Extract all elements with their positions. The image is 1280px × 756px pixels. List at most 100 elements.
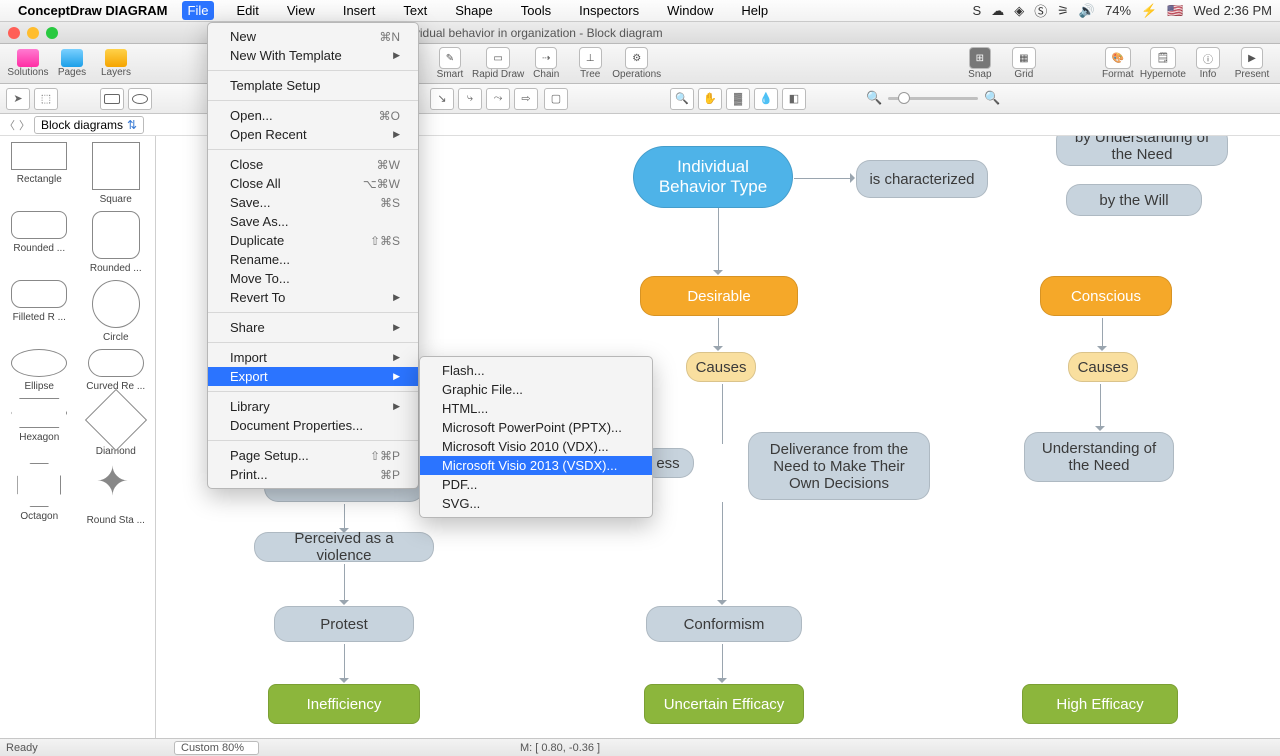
grid-button[interactable]: ▦Grid: [1002, 45, 1046, 83]
node-individual[interactable]: Individual Behavior Type: [633, 146, 793, 208]
back-icon[interactable]: 〈: [4, 117, 15, 133]
wifi-icon[interactable]: ⚞: [1057, 3, 1069, 19]
menu-inspectors[interactable]: Inspectors: [573, 1, 645, 20]
export-submenu[interactable]: Flash...Graphic File...HTML...Microsoft …: [419, 356, 653, 518]
node-ineff[interactable]: Inefficiency: [268, 684, 420, 724]
shape-rsquare[interactable]: Rounded ...: [81, 211, 152, 274]
shape-circle[interactable]: Circle: [81, 280, 152, 343]
close-icon[interactable]: [8, 27, 20, 39]
export-mi-pdf-[interactable]: PDF...: [420, 475, 652, 494]
operations-button[interactable]: ⚙Operations: [612, 45, 661, 83]
file-mi-new[interactable]: New⌘N: [208, 27, 418, 46]
file-mi-new-with-template[interactable]: New With Template: [208, 46, 418, 65]
node-desirable[interactable]: Desirable: [640, 276, 798, 316]
eyedrop-tool[interactable]: 💧: [754, 88, 778, 110]
menu-file[interactable]: File: [182, 1, 215, 20]
pointer-tool[interactable]: ➤: [6, 88, 30, 110]
zoom-tool[interactable]: 🔍: [670, 88, 694, 110]
file-mi-library[interactable]: Library: [208, 397, 418, 416]
library-crumb[interactable]: Block diagrams ⇅: [34, 116, 144, 134]
tree-button[interactable]: ⊥Tree: [568, 45, 612, 83]
shape-oct[interactable]: Octagon: [4, 463, 75, 526]
menu-edit[interactable]: Edit: [230, 1, 264, 20]
conn3[interactable]: ⤳: [486, 88, 510, 110]
shape-curvrec[interactable]: Curved Re ...: [81, 349, 152, 392]
file-mi-import[interactable]: Import: [208, 348, 418, 367]
shape-ellipse[interactable]: Ellipse: [4, 349, 75, 392]
menu-window[interactable]: Window: [661, 1, 719, 20]
file-mi-move-to-[interactable]: Move To...: [208, 269, 418, 288]
shape-rrect[interactable]: Rounded ...: [4, 211, 75, 274]
node-ischar[interactable]: is characterized: [856, 160, 988, 198]
file-mi-open-recent[interactable]: Open Recent: [208, 125, 418, 144]
file-mi-revert-to[interactable]: Revert To: [208, 288, 418, 307]
export-mi-flash-[interactable]: Flash...: [420, 361, 652, 380]
snap-button[interactable]: ⊞Snap: [958, 45, 1002, 83]
node-high[interactable]: High Efficacy: [1022, 684, 1178, 724]
file-mi-close-all[interactable]: Close All⌥⌘W: [208, 174, 418, 193]
zoom-out-icon[interactable]: 🔍: [866, 90, 882, 106]
battery-icon[interactable]: ⚡: [1141, 3, 1157, 19]
shape-hex[interactable]: Hexagon: [4, 398, 75, 457]
file-mi-duplicate[interactable]: Duplicate⇧⌘S: [208, 231, 418, 250]
hypernote-button[interactable]: 🗒Hypernote: [1140, 45, 1186, 83]
chain-button[interactable]: ⇢Chain: [524, 45, 568, 83]
info-button[interactable]: ⓘInfo: [1186, 45, 1230, 83]
file-mi-rename-[interactable]: Rename...: [208, 250, 418, 269]
shape-rect[interactable]: Rectangle: [4, 142, 75, 205]
skype-icon[interactable]: Ⓢ: [1034, 1, 1047, 20]
node-protest[interactable]: Protest: [274, 606, 414, 642]
file-mi-save-as-[interactable]: Save As...: [208, 212, 418, 231]
stamp-tool[interactable]: ▓: [726, 88, 750, 110]
file-mi-print-[interactable]: Print...⌘P: [208, 465, 418, 484]
node-conscious[interactable]: Conscious: [1040, 276, 1172, 316]
rect-tool[interactable]: [100, 88, 124, 110]
file-mi-share[interactable]: Share: [208, 318, 418, 337]
traffic-lights[interactable]: [8, 27, 58, 39]
solutions-button[interactable]: Solutions: [6, 45, 50, 83]
container-tool[interactable]: ▢: [544, 88, 568, 110]
file-mi-export[interactable]: Export: [208, 367, 418, 386]
rapiddraw-button[interactable]: ▭Rapid Draw: [472, 45, 524, 83]
zoom-combo[interactable]: Custom 80%: [174, 741, 259, 755]
export-mi-microsoft-visio-vdx-[interactable]: Microsoft Visio 2010 (VDX)...: [420, 437, 652, 456]
file-mi-save-[interactable]: Save...⌘S: [208, 193, 418, 212]
menu-shape[interactable]: Shape: [449, 1, 499, 20]
conn4[interactable]: ⇨: [514, 88, 538, 110]
pan-tool[interactable]: ✋: [698, 88, 722, 110]
menu-tools[interactable]: Tools: [515, 1, 557, 20]
node-conformism[interactable]: Conformism: [646, 606, 802, 642]
node-deliv[interactable]: Deliverance from the Need to Make Their …: [748, 432, 930, 500]
minimize-icon[interactable]: [27, 27, 39, 39]
zoom-slider[interactable]: [888, 97, 978, 100]
conn1[interactable]: ↘: [430, 88, 454, 110]
cloud-icon[interactable]: ☁: [991, 3, 1004, 19]
zoom-icon[interactable]: [46, 27, 58, 39]
layers-button[interactable]: Layers: [94, 45, 138, 83]
shape-star[interactable]: Round Sta ...: [81, 463, 152, 526]
ellipse-tool[interactable]: [128, 88, 152, 110]
export-mi-microsoft-powerpoint-pptx-[interactable]: Microsoft PowerPoint (PPTX)...: [420, 418, 652, 437]
node-bywill[interactable]: by the Will: [1066, 184, 1202, 216]
eraser-tool[interactable]: ◧: [782, 88, 806, 110]
node-undneed2[interactable]: Understanding of the Need: [1024, 432, 1174, 482]
menu-text[interactable]: Text: [397, 1, 433, 20]
menu-insert[interactable]: Insert: [337, 1, 382, 20]
volume-icon[interactable]: 🔊: [1079, 3, 1095, 19]
file-mi-page-setup-[interactable]: Page Setup...⇧⌘P: [208, 446, 418, 465]
file-mi-close[interactable]: Close⌘W: [208, 155, 418, 174]
menu-view[interactable]: View: [281, 1, 321, 20]
menu-help[interactable]: Help: [735, 1, 774, 20]
flag-icon[interactable]: 🇺🇸: [1167, 3, 1183, 19]
format-button[interactable]: 🎨Format: [1096, 45, 1140, 83]
present-button[interactable]: ▶Present: [1230, 45, 1274, 83]
node-causes1[interactable]: Causes: [686, 352, 756, 382]
node-undneed[interactable]: by Understanding of the Need: [1056, 136, 1228, 166]
export-mi-html-[interactable]: HTML...: [420, 399, 652, 418]
fwd-icon[interactable]: 〉: [19, 117, 30, 133]
file-mi-template-setup[interactable]: Template Setup: [208, 76, 418, 95]
node-unc[interactable]: Uncertain Efficacy: [644, 684, 804, 724]
conn2[interactable]: ⤷: [458, 88, 482, 110]
smart-button[interactable]: ✎Smart: [428, 45, 472, 83]
pages-button[interactable]: Pages: [50, 45, 94, 83]
